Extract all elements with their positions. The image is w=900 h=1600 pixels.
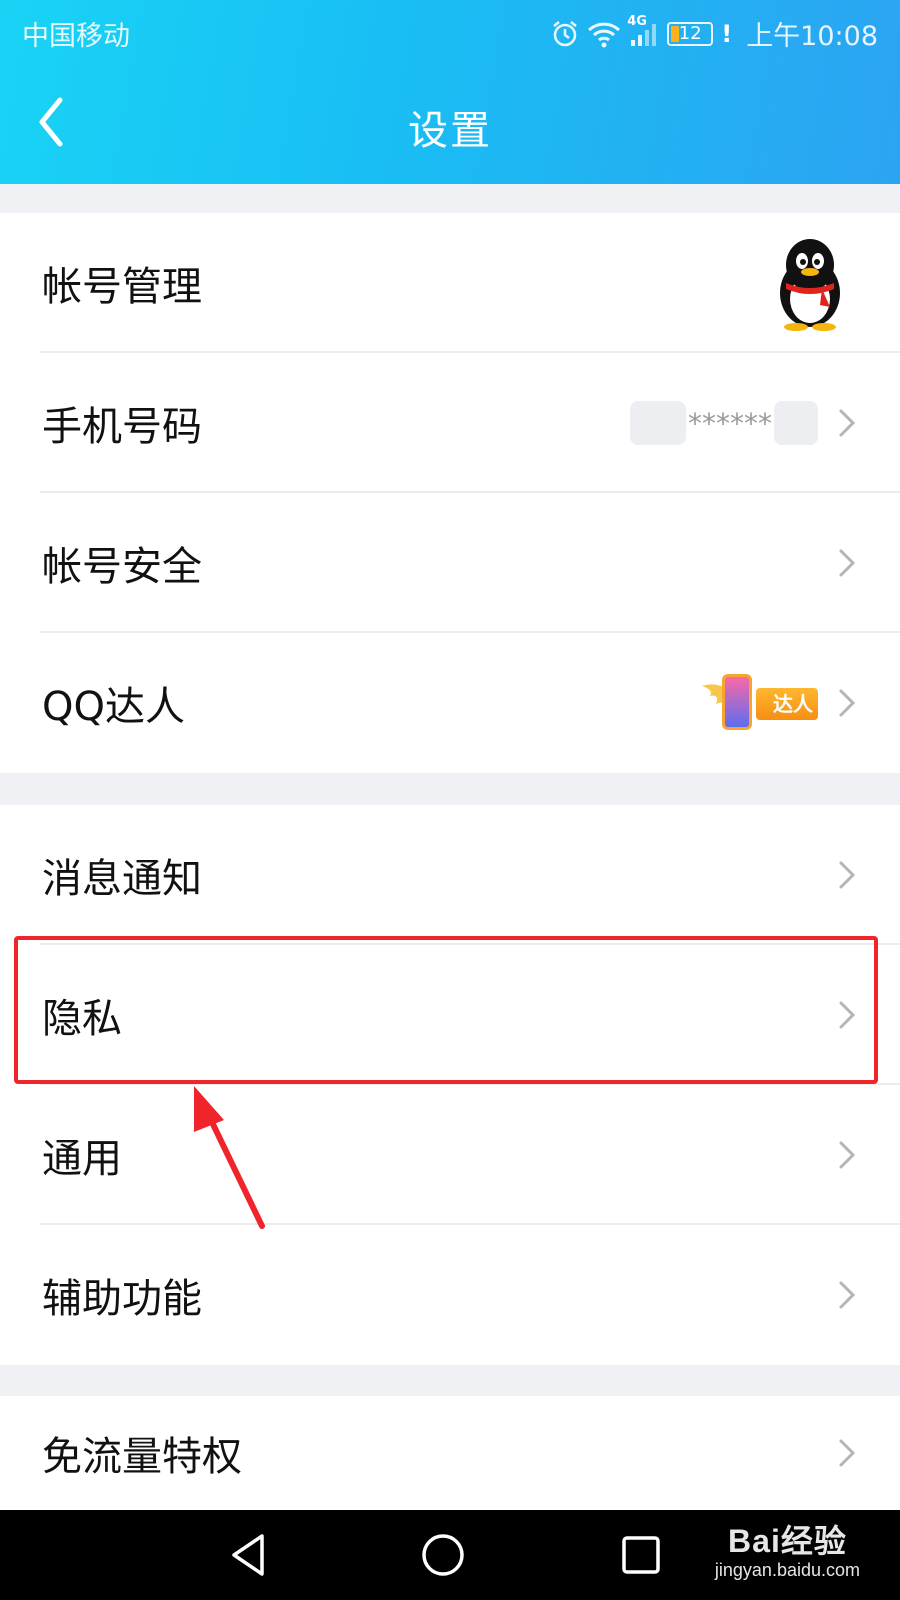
settings-item-label: 帐号管理	[42, 264, 202, 310]
blurred-digits	[774, 401, 818, 445]
annotation-arrow-icon	[194, 1086, 265, 1229]
battery-level: 12	[678, 22, 702, 44]
masked-digits: ******	[688, 406, 772, 440]
highlight-box	[14, 936, 878, 1084]
nav-back-icon[interactable]	[228, 1532, 268, 1578]
page-title: 设置	[408, 108, 492, 154]
system-nav-bar: Bai经验 jingyan.baidu.com	[0, 1510, 900, 1600]
status-time: 上午10:08	[746, 21, 878, 52]
settings-item-qq-daren[interactable]: QQ达人 达人	[0, 633, 900, 773]
wifi-icon	[587, 20, 621, 48]
baidu-jingyan-watermark: Bai经验 jingyan.baidu.com	[715, 1516, 860, 1581]
settings-group-account: 帐号管理 手机号码 ****** 帐号安全 QQ达人 达人	[0, 213, 900, 773]
watermark-sub: jingyan.baidu.com	[714, 1560, 860, 1580]
battery-icon: 12	[667, 21, 714, 46]
chevron-right-icon	[839, 1141, 856, 1169]
settings-item-label: 手机号码	[42, 404, 202, 450]
blurred-digits	[630, 401, 686, 445]
settings-item-general[interactable]: 通用	[0, 1085, 900, 1225]
settings-item-account-management[interactable]: 帐号管理	[0, 213, 900, 353]
nav-recents-icon[interactable]	[620, 1532, 662, 1578]
settings-item-label: 通用	[42, 1136, 122, 1182]
settings-item-label: 免流量特权	[42, 1434, 242, 1480]
chevron-right-icon	[839, 409, 856, 437]
status-bar: 中国移动 4G 12 ! 上午10:08	[0, 0, 900, 60]
settings-group-general: 消息通知 隐私 通用 辅助功能	[0, 805, 900, 1365]
settings-group-extras: 免流量特权	[0, 1396, 900, 1510]
watermark-main: Bai经验	[728, 1523, 847, 1559]
chevron-right-icon	[839, 1281, 856, 1309]
chevron-right-icon	[839, 861, 856, 889]
settings-item-free-data[interactable]: 免流量特权	[0, 1396, 900, 1510]
settings-item-label: 消息通知	[42, 856, 202, 902]
header-bar: 中国移动 4G 12 ! 上午10:08 设置	[0, 0, 900, 184]
signal-icon: 4G	[627, 14, 659, 48]
settings-item-accessibility[interactable]: 辅助功能	[0, 1225, 900, 1365]
network-type-label: 4G	[627, 13, 647, 29]
qq-penguin-avatar-icon	[780, 239, 840, 331]
settings-item-label: QQ达人	[42, 684, 185, 730]
settings-item-account-security[interactable]: 帐号安全	[0, 493, 900, 633]
phone-number-masked-value: ******	[630, 401, 818, 445]
chevron-right-icon	[839, 549, 856, 577]
carrier-label: 中国移动	[22, 21, 130, 52]
nav-home-icon[interactable]	[420, 1532, 466, 1578]
qq-daren-badge: 达人	[700, 674, 818, 732]
phone-icon	[722, 674, 752, 730]
settings-item-label: 帐号安全	[42, 544, 202, 590]
chevron-right-icon	[839, 1439, 856, 1467]
settings-item-phone-number[interactable]: 手机号码 ******	[0, 353, 900, 493]
status-icons: 4G 12 ! 上午10:08	[551, 14, 878, 53]
chevron-right-icon	[839, 689, 856, 717]
daren-badge-label: 达人	[756, 688, 818, 720]
alarm-icon	[551, 20, 579, 48]
battery-warning-icon: !	[721, 19, 733, 48]
settings-item-label: 辅助功能	[42, 1276, 202, 1322]
settings-item-notifications[interactable]: 消息通知	[0, 805, 900, 945]
